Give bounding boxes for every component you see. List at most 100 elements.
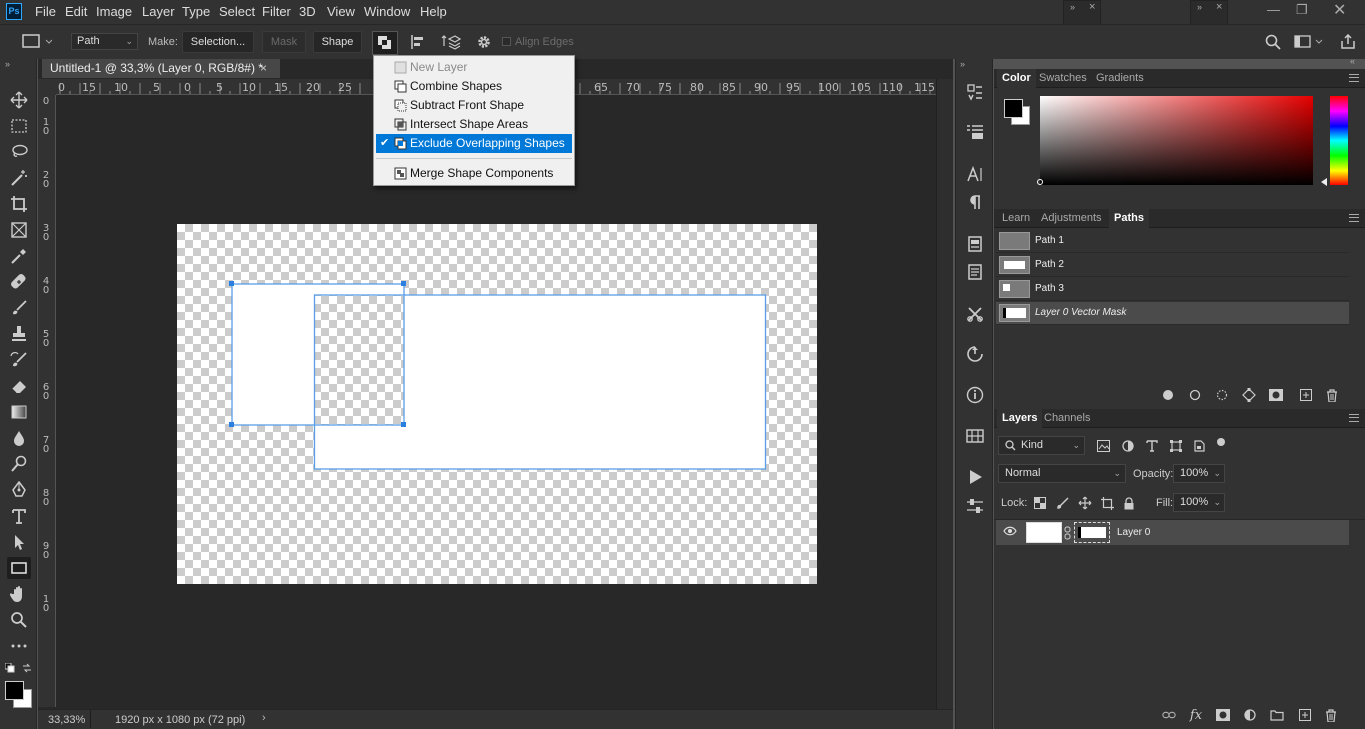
lock-position-icon[interactable] <box>1078 496 1092 510</box>
anchor-point[interactable] <box>229 422 234 427</box>
glyphs-icon[interactable] <box>964 425 986 447</box>
window-close-icon[interactable]: ✕ <box>1333 0 1346 20</box>
timeline-play-icon[interactable] <box>964 466 986 488</box>
filter-toggle[interactable] <box>1217 438 1225 452</box>
collapse-icon[interactable]: » <box>5 59 10 69</box>
filter-smart-object-icon[interactable] <box>1192 439 1206 453</box>
type-tool-icon[interactable] <box>7 505 31 527</box>
eyedropper-icon[interactable] <box>7 245 31 267</box>
minimize-icon[interactable]: — <box>1267 2 1280 17</box>
anchor-point[interactable] <box>401 281 406 286</box>
character-icon[interactable] <box>964 163 986 185</box>
tab-gradients[interactable]: Gradients <box>1091 69 1149 88</box>
gradient-tool-icon[interactable] <box>7 401 31 423</box>
rectangle-tool-icon[interactable] <box>7 557 31 579</box>
menu-edit[interactable]: Edit <box>65 4 87 19</box>
gear-icon[interactable] <box>476 34 492 50</box>
ruler-origin[interactable] <box>38 79 56 95</box>
path-to-selection-icon[interactable] <box>1215 388 1229 402</box>
panel-menu-icon[interactable] <box>1349 74 1359 82</box>
menu-3d[interactable]: 3D <box>299 4 316 19</box>
menu-exclude-overlapping-shapes[interactable]: ✔ Exclude Overlapping Shapes <box>376 134 572 153</box>
layer-thumbnail[interactable] <box>1026 522 1062 543</box>
stamp-tool-icon[interactable] <box>7 323 31 345</box>
hue-slider[interactable] <box>1330 96 1348 185</box>
restore-icon[interactable]: ❐ <box>1296 2 1308 18</box>
path-row[interactable]: Path 2 <box>996 254 1349 277</box>
stroke-path-icon[interactable] <box>1188 388 1202 402</box>
menu-filter[interactable]: Filter <box>262 4 291 19</box>
menu-new-layer[interactable]: New Layer <box>376 58 572 77</box>
lasso-tool-icon[interactable] <box>7 141 31 163</box>
layer-name[interactable]: Layer 0 <box>1117 527 1150 538</box>
pen-tool-icon[interactable] <box>7 479 31 501</box>
dodge-tool-icon[interactable] <box>7 453 31 475</box>
adjustment-layer-icon[interactable] <box>1243 708 1257 722</box>
search-icon[interactable] <box>1265 34 1281 50</box>
filter-pixel-icon[interactable] <box>1096 439 1110 453</box>
menu-file[interactable]: File <box>35 4 56 19</box>
tab-close-icon[interactable]: × <box>260 59 267 78</box>
collapse-icon[interactable]: » <box>1070 2 1075 12</box>
make-mask-button[interactable]: Mask <box>262 31 306 53</box>
color-picker-marker[interactable] <box>1037 179 1043 185</box>
make-shape-button[interactable]: Shape <box>313 31 362 53</box>
hue-slider-marker[interactable] <box>1321 178 1327 186</box>
brush-tool-icon[interactable] <box>7 297 31 319</box>
panel-menu-icon[interactable] <box>1349 214 1359 222</box>
zoom-tool-icon[interactable] <box>7 609 31 631</box>
chevron-right-icon[interactable]: › <box>262 712 266 724</box>
hand-tool-icon[interactable] <box>7 583 31 605</box>
menu-select[interactable]: Select <box>219 4 255 19</box>
frame-tool-icon[interactable] <box>7 219 31 241</box>
color-field[interactable] <box>1037 96 1313 185</box>
tool-mode-select[interactable]: Path ⌄ <box>71 33 138 50</box>
document-scrollbar[interactable] <box>936 79 953 709</box>
path-row-selected[interactable]: Layer 0 Vector Mask <box>996 302 1349 325</box>
visibility-eye-icon[interactable] <box>1003 526 1017 536</box>
filter-adjustment-icon[interactable] <box>1121 439 1135 453</box>
marquee-tool-icon[interactable] <box>7 115 31 137</box>
trash-icon[interactable] <box>1325 388 1339 402</box>
anchor-point[interactable] <box>229 281 234 286</box>
collapse-icon[interactable]: « <box>1350 56 1355 66</box>
tool-presets-icon[interactable] <box>964 303 986 325</box>
share-icon[interactable] <box>1340 34 1356 50</box>
zoom-level[interactable]: 33,33% <box>48 714 85 726</box>
blur-tool-icon[interactable] <box>7 427 31 449</box>
tab-layers[interactable]: Layers <box>997 409 1043 428</box>
paragraph-icon[interactable] <box>964 191 986 213</box>
lock-all-icon[interactable] <box>1122 496 1136 510</box>
notes-icon[interactable] <box>964 261 986 283</box>
close-icon[interactable]: × <box>1216 1 1222 13</box>
swap-colors-icon[interactable] <box>22 663 32 673</box>
path-selection-icon[interactable] <box>7 531 31 553</box>
path-row[interactable]: Path 3 <box>996 278 1349 301</box>
tab-channels[interactable]: Channels <box>1039 409 1095 428</box>
blend-mode-select[interactable]: Normal ⌄ <box>998 464 1126 483</box>
add-layer-mask-icon[interactable] <box>1216 708 1230 722</box>
layer-row-selected[interactable]: Layer 0 <box>996 520 1349 545</box>
panel-menu-icon[interactable] <box>1349 414 1359 422</box>
lock-artboard-icon[interactable] <box>1100 496 1114 510</box>
align-edges-checkbox[interactable] <box>502 37 511 46</box>
more-tools-icon[interactable] <box>7 635 31 657</box>
tab-adjustments[interactable]: Adjustments <box>1036 209 1107 228</box>
selection-to-path-icon[interactable] <box>1242 388 1256 402</box>
menu-help[interactable]: Help <box>420 4 447 19</box>
new-group-folder-icon[interactable] <box>1270 708 1284 722</box>
history-icon[interactable] <box>964 81 986 103</box>
menu-intersect-shape-areas[interactable]: Intersect Shape Areas <box>376 115 572 134</box>
fill-path-icon[interactable] <box>1161 388 1175 402</box>
path-row[interactable]: Path 1 <box>996 230 1349 253</box>
tab-color[interactable]: Color <box>997 69 1036 88</box>
link-icon[interactable] <box>1064 526 1071 540</box>
eraser-tool-icon[interactable] <box>7 375 31 397</box>
new-layer-icon[interactable] <box>1298 708 1312 722</box>
default-colors-icon[interactable] <box>5 663 15 673</box>
make-selection-button[interactable]: Selection... <box>182 31 254 53</box>
canvas-transparent[interactable] <box>177 224 817 584</box>
menu-combine-shapes[interactable]: Combine Shapes <box>376 77 572 96</box>
menu-view[interactable]: View <box>327 4 355 19</box>
opacity-input[interactable]: 100% ⌄ <box>1173 464 1225 483</box>
